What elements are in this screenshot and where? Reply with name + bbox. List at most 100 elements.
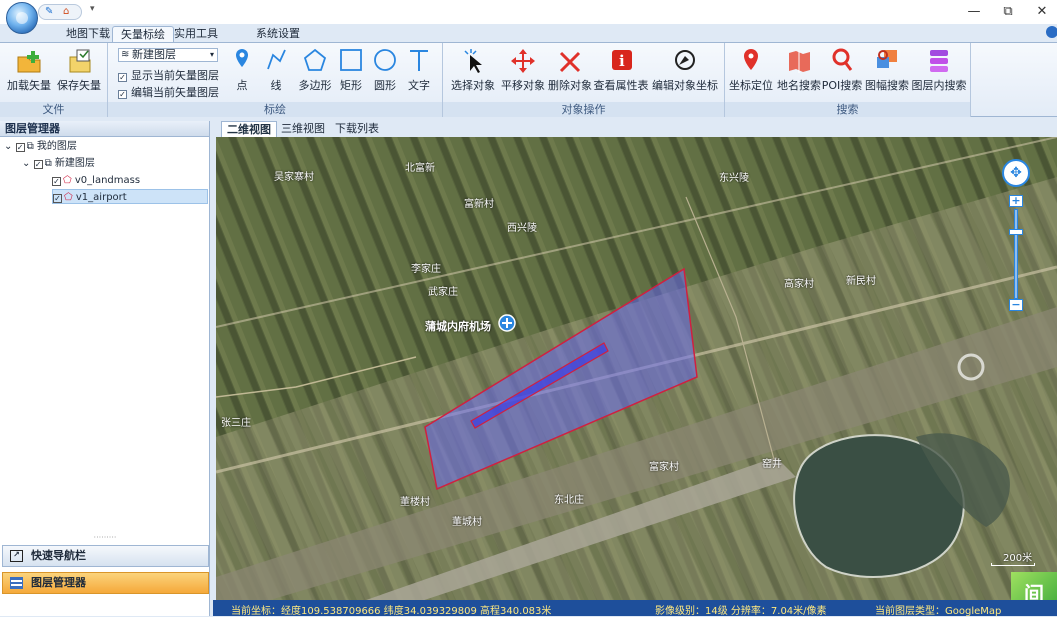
checkbox-icon[interactable]: ✓	[15, 143, 25, 152]
tab-map-download[interactable]: 地图下载	[58, 26, 118, 42]
map-label: 高家村	[784, 279, 814, 290]
app-menu-orb[interactable]	[6, 2, 38, 34]
map-label: 窑井	[762, 459, 782, 470]
layer-selector[interactable]: ≋ 新建图层 ▾	[118, 48, 218, 62]
show-layer-checkbox[interactable]: ✓ 显示当前矢量图层	[118, 67, 219, 83]
poi-search-button[interactable]: POI搜索	[821, 47, 863, 93]
checkbox-icon[interactable]: ✓	[52, 177, 61, 186]
file-group-label: 文件	[0, 102, 107, 117]
chevron-down-icon[interactable]: ⌄	[4, 141, 12, 152]
object-group-label: 对象操作	[443, 102, 724, 117]
draw-point-label: 点	[236, 79, 248, 92]
grid-icon	[10, 577, 23, 589]
tab-2d-view[interactable]: 二维视图	[221, 121, 277, 137]
map-label: 富家村	[649, 462, 679, 473]
poi-search-label: POI搜索	[821, 79, 863, 92]
zoom-slider[interactable]	[1014, 209, 1018, 299]
checkbox-icon: ✓	[118, 73, 127, 82]
select-object-button[interactable]: 选择对象	[449, 47, 497, 93]
coord-locate-button[interactable]: 坐标定位	[727, 47, 775, 93]
tab-vector-plot[interactable]: 矢量标绘	[112, 26, 174, 42]
qat-dropdown-icon[interactable]: ▾	[90, 4, 95, 14]
pin-icon	[236, 49, 248, 67]
move-object-button[interactable]: 平移对象	[499, 47, 547, 93]
layers-icon: ≋	[121, 49, 130, 60]
minimize-button[interactable]: —	[960, 2, 988, 22]
edit-icon[interactable]: ✎	[45, 6, 53, 17]
file-group: 加载矢量 保存矢量 文件	[0, 43, 108, 117]
map-canvas[interactable]	[216, 137, 1057, 616]
quick-nav-button[interactable]: ↗ 快速导航栏	[2, 545, 209, 567]
draw-point-button[interactable]: 点	[230, 47, 254, 93]
checkbox-icon: ✓	[118, 90, 127, 99]
pan-control-icon[interactable]: ✥	[1002, 159, 1030, 187]
tab-3d-view[interactable]: 三维视图	[276, 121, 330, 137]
edit-coords-label: 编辑对象坐标	[652, 79, 718, 92]
select-object-label: 选择对象	[451, 79, 495, 92]
layer-manager-panel: 图层管理器 ⌄ ✓ ⧉ 我的图层 ⌄ ✓ ⧉ 新建图层 ✓ ⬠ v0_landmass…	[0, 121, 210, 616]
tab-settings[interactable]: 系统设置	[248, 26, 308, 42]
tree-node-my-layers[interactable]: ⌄ ✓ ⧉ 我的图层	[4, 139, 77, 154]
tree-node-airport[interactable]: ✓ ⬠ v1_airport	[52, 189, 208, 204]
panel-splitter[interactable]: ·········	[0, 534, 210, 543]
tree-node-new-layer[interactable]: ⌄ ✓ ⧉ 新建图层	[22, 156, 95, 171]
draw-polygon-button[interactable]: 多边形	[296, 47, 334, 93]
save-vector-button[interactable]: 保存矢量	[56, 47, 102, 93]
satellite-map[interactable]: 吴家寨村 北富新 东兴陵 富新村 西兴陵 李家庄 武家庄 蒲城内府机场 高家村 …	[216, 137, 1057, 616]
draw-circle-label: 圆形	[374, 79, 396, 92]
layer-search-icon	[930, 50, 948, 72]
restore-button[interactable]: ⧉	[994, 2, 1022, 22]
draw-text-button[interactable]: 文字	[404, 47, 434, 93]
tree-node-label: 新建图层	[54, 158, 95, 169]
map-label: 董楼村	[400, 497, 430, 508]
checkbox-icon[interactable]: ✓	[33, 160, 43, 169]
map-label: 新民村	[846, 276, 876, 287]
polygon-layer-icon: ⬠	[63, 175, 72, 186]
polygon-icon	[303, 48, 327, 71]
title-bar: ✎ ⌂ ▾ — ⧉ ✕	[0, 0, 1057, 24]
scale-bar	[991, 563, 1035, 566]
edit-layer-checkbox[interactable]: ✓ 编辑当前矢量图层	[118, 84, 219, 100]
draw-rectangle-button[interactable]: 矩形	[336, 47, 366, 93]
draw-line-button[interactable]: 线	[264, 47, 288, 93]
delete-object-button[interactable]: 删除对象	[547, 47, 593, 93]
poi-search-icon	[832, 48, 853, 71]
checkbox-icon[interactable]: ✓	[53, 194, 62, 203]
close-button[interactable]: ✕	[1028, 2, 1056, 22]
zoom-slider-handle[interactable]	[1009, 229, 1023, 235]
sheet-search-button[interactable]: 图幅搜索	[863, 47, 911, 93]
draw-circle-button[interactable]: 圆形	[370, 47, 400, 93]
rectangle-icon	[340, 49, 362, 71]
tab-utilities[interactable]: 实用工具	[166, 26, 226, 42]
status-bar: 当前坐标：经度109.538709666 纬度34.039329809 高程34…	[213, 600, 1057, 617]
load-vector-button[interactable]: 加载矢量	[6, 47, 52, 93]
place-search-button[interactable]: 地名搜索	[775, 47, 823, 93]
edit-coords-button[interactable]: 编辑对象坐标	[651, 47, 719, 93]
circle-icon	[374, 49, 396, 71]
map-label: 武家庄	[428, 287, 458, 298]
layer-search-button[interactable]: 图层内搜索	[911, 47, 967, 93]
scale-label: 200米	[1003, 553, 1033, 564]
svg-text:i: i	[619, 52, 625, 70]
save-vector-label: 保存矢量	[57, 79, 101, 92]
layer-manager-nav-button[interactable]: 图层管理器	[2, 572, 209, 594]
tree-node-landmass[interactable]: ✓ ⬠ v0_landmass	[52, 173, 140, 188]
zoom-out-button[interactable]: −	[1009, 299, 1023, 311]
panel-title: 图层管理器	[0, 121, 209, 137]
map-label: 东北庄	[554, 495, 584, 506]
polygon-layer-icon: ⬠	[64, 192, 73, 203]
home-icon[interactable]: ⌂	[63, 6, 69, 17]
help-icon[interactable]	[1046, 26, 1057, 38]
tree-node-label: 我的图层	[36, 141, 77, 152]
map-label: 张三庄	[221, 418, 251, 429]
layer-manager-nav-label: 图层管理器	[31, 576, 86, 589]
quick-access-toolbar: ✎ ⌂	[38, 4, 82, 20]
zoom-in-button[interactable]: +	[1009, 195, 1023, 207]
view-attributes-button[interactable]: i 查看属性表	[593, 47, 649, 93]
layer-folder-icon: ⧉	[26, 141, 34, 152]
delete-object-label: 删除对象	[548, 79, 592, 92]
tab-download-list[interactable]: 下载列表	[330, 121, 384, 137]
view-attributes-label: 查看属性表	[593, 79, 649, 92]
tree-node-label: v0_landmass	[74, 175, 141, 186]
chevron-down-icon[interactable]: ⌄	[22, 158, 30, 169]
